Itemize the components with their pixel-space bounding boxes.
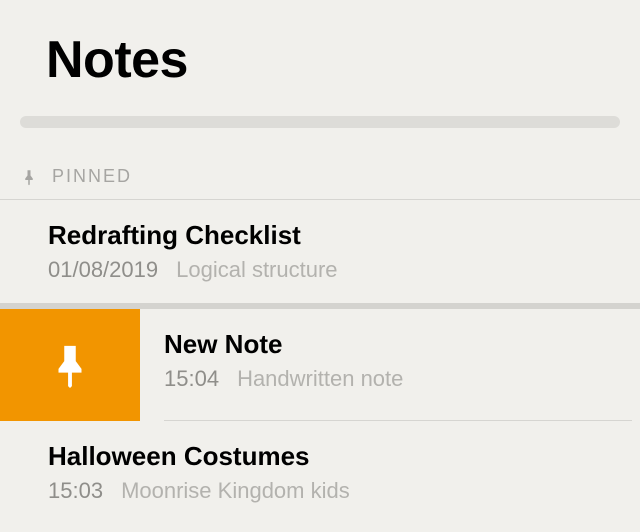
note-meta: 01/08/2019 Logical structure: [48, 257, 620, 283]
list-item[interactable]: Redrafting Checklist 01/08/2019 Logical …: [0, 200, 640, 303]
pin-swipe-action[interactable]: [0, 309, 140, 421]
pin-icon: [20, 168, 38, 186]
note-time: 15:04: [164, 366, 219, 392]
pinned-section-label: PINNED: [52, 166, 132, 187]
note-preview: Logical structure: [176, 257, 337, 283]
note-date: 01/08/2019: [48, 257, 158, 283]
note-title: Halloween Costumes: [48, 441, 620, 472]
page-title: Notes: [46, 30, 594, 90]
header: Notes: [0, 0, 640, 90]
search-input[interactable]: [20, 116, 620, 128]
list-item[interactable]: New Note 15:04 Handwritten note: [0, 309, 640, 421]
note-title: New Note: [164, 329, 620, 360]
note-preview: Handwritten note: [237, 366, 403, 392]
note-title: Redrafting Checklist: [48, 220, 620, 251]
pin-icon: [47, 342, 93, 388]
note-time: 15:03: [48, 478, 103, 504]
divider: [164, 420, 632, 421]
note-content: New Note 15:04 Handwritten note: [140, 309, 640, 421]
pinned-section-header: PINNED: [0, 128, 640, 199]
list-item[interactable]: Halloween Costumes 15:03 Moonrise Kingdo…: [0, 421, 640, 524]
note-meta: 15:04 Handwritten note: [164, 366, 620, 392]
note-preview: Moonrise Kingdom kids: [121, 478, 350, 504]
note-meta: 15:03 Moonrise Kingdom kids: [48, 478, 620, 504]
notes-list-screen: Notes PINNED Redrafting Checklist 01/08/…: [0, 0, 640, 532]
